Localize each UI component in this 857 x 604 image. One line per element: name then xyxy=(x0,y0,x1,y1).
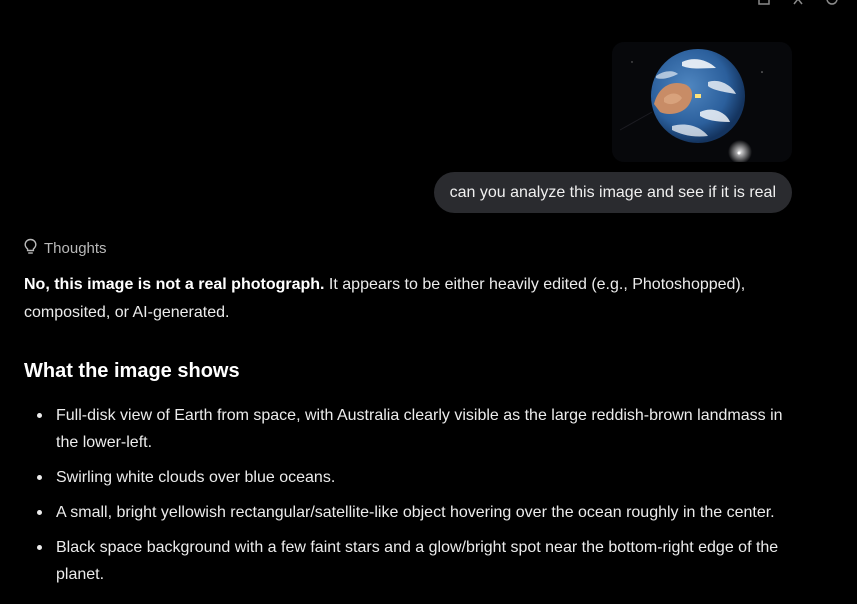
top-toolbar xyxy=(757,0,839,6)
lightbulb-icon xyxy=(23,238,38,259)
settings-icon[interactable] xyxy=(825,0,839,6)
list-item: Full-disk view of Earth from space, with… xyxy=(24,402,804,456)
attached-image[interactable] xyxy=(612,42,792,162)
copy-icon[interactable] xyxy=(757,0,771,6)
list-item: A small, bright yellowish rectangular/sa… xyxy=(24,499,804,526)
section-heading: What the image shows xyxy=(24,360,240,382)
thoughts-toggle[interactable]: Thoughts xyxy=(23,238,107,259)
list-item: Black space background with a few faint … xyxy=(24,534,804,588)
bullet-list: Full-disk view of Earth from space, with… xyxy=(24,402,804,596)
user-message-bubble: can you analyze this image and see if it… xyxy=(433,172,792,213)
user-message-text: can you analyze this image and see if it… xyxy=(449,183,776,201)
response-intro: No, this image is not a real photograph.… xyxy=(24,271,784,327)
thoughts-label: Thoughts xyxy=(44,240,107,257)
list-item: Swirling white clouds over blue oceans. xyxy=(24,464,804,491)
pin-icon[interactable] xyxy=(791,0,805,6)
intro-bold-text: No, this image is not a real photograph. xyxy=(24,276,325,293)
